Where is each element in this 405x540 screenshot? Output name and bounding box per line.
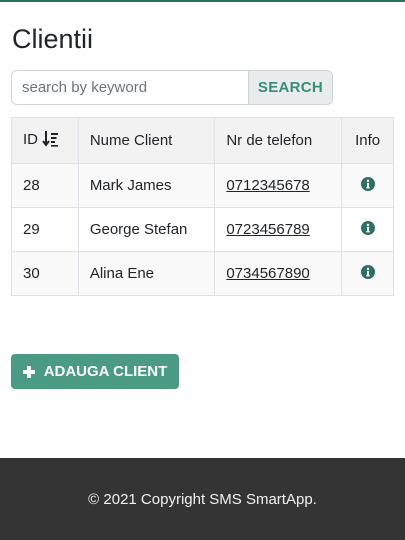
info-circle-icon[interactable] — [360, 264, 375, 283]
info-circle-icon[interactable] — [360, 220, 375, 239]
phone-link[interactable]: 0712345678 — [226, 177, 309, 194]
info-circle-icon[interactable] — [360, 176, 375, 195]
search-bar: SEARCH — [11, 70, 333, 105]
column-header-name: Nume Client — [77, 117, 216, 164]
client-info-cell — [341, 207, 394, 252]
client-name-cell: Mark James — [77, 163, 216, 208]
plus-icon — [22, 365, 35, 378]
column-header-id[interactable]: ID — [11, 117, 79, 164]
client-name-cell: George Stefan — [77, 207, 216, 252]
client-id-cell: 28 — [11, 163, 79, 208]
clients-table: ID Nume Client Nr de telefon Info 28 Mar… — [11, 117, 394, 296]
table-row: 28 Mark James 0712345678 — [11, 163, 394, 208]
client-info-cell — [341, 251, 394, 296]
add-client-label: ADAUGA CLIENT — [43, 363, 168, 380]
search-button[interactable]: SEARCH — [248, 70, 333, 105]
table-row: 29 George Stefan 0723456789 — [11, 207, 394, 252]
column-header-info: Info — [341, 117, 394, 164]
footer-copyright: © 2021 Copyright SMS SmartApp. — [88, 490, 317, 508]
search-input[interactable] — [11, 70, 248, 105]
client-id-cell: 29 — [11, 207, 79, 252]
phone-link[interactable]: 0723456789 — [226, 221, 309, 238]
sort-numeric-down-icon[interactable] — [42, 130, 59, 151]
footer: © 2021 Copyright SMS SmartApp. — [0, 458, 405, 540]
client-id-cell: 30 — [11, 251, 79, 296]
top-accent-line — [0, 0, 405, 2]
client-name-cell: Alina Ene — [77, 251, 216, 296]
table-row: 30 Alina Ene 0734567890 — [11, 251, 394, 296]
add-client-button[interactable]: ADAUGA CLIENT — [11, 354, 179, 389]
table-header-row: ID Nume Client Nr de telefon Info — [11, 117, 394, 164]
client-phone-cell: 0712345678 — [214, 163, 343, 208]
client-phone-cell: 0734567890 — [214, 251, 343, 296]
phone-link[interactable]: 0734567890 — [226, 265, 309, 282]
client-info-cell — [341, 163, 394, 208]
column-header-id-label: ID — [23, 131, 38, 148]
page-title: Clientii — [12, 24, 94, 54]
client-phone-cell: 0723456789 — [214, 207, 343, 252]
column-header-phone: Nr de telefon — [214, 117, 343, 164]
